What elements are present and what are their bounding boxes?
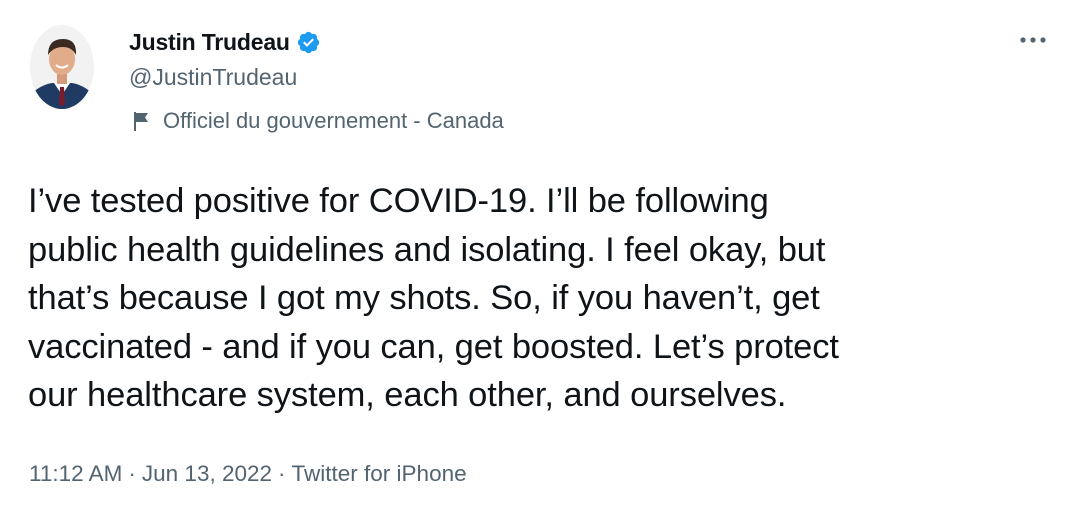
- avatar-image: [30, 25, 94, 109]
- author-handle[interactable]: @JustinTrudeau: [129, 64, 297, 91]
- tweet-source[interactable]: Twitter for iPhone: [292, 461, 467, 487]
- tweet-time[interactable]: 11:12 AM: [29, 461, 122, 487]
- tweet-text: I’ve tested positive for COVID-19. I’ll …: [28, 182, 839, 414]
- tweet-metadata: 11:12 AM · Jun 13, 2022 · Twitter for iP…: [29, 461, 467, 487]
- more-options-button[interactable]: [1016, 26, 1050, 54]
- flag-icon: [132, 110, 152, 132]
- tweet-card: Justin Trudeau @JustinTrudeau Officiel d…: [0, 0, 1080, 519]
- tweet-date[interactable]: Jun 13, 2022: [142, 461, 272, 487]
- separator: ·: [278, 461, 286, 486]
- author-display-name[interactable]: Justin Trudeau: [129, 29, 290, 56]
- author-name-row: Justin Trudeau: [129, 27, 321, 57]
- more-horizontal-icon: [1020, 37, 1046, 43]
- separator: ·: [128, 461, 136, 486]
- avatar[interactable]: [30, 25, 94, 109]
- government-label[interactable]: Officiel du gouvernement - Canada: [132, 108, 504, 134]
- verified-badge-icon: [296, 30, 321, 55]
- government-label-text: Officiel du gouvernement - Canada: [163, 108, 504, 133]
